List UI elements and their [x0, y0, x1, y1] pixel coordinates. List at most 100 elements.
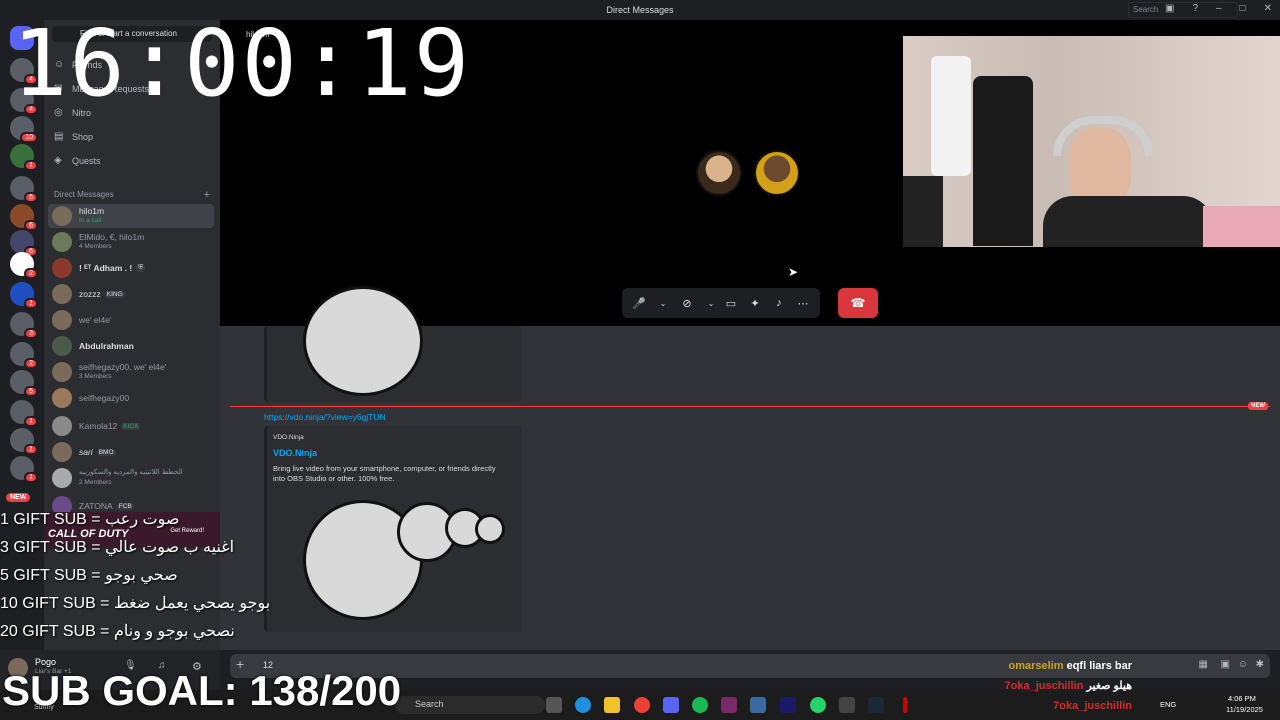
avatar [52, 362, 72, 382]
dm-item[interactable]: Abdulrahman [48, 334, 214, 358]
dm-avatar[interactable]: 1 [10, 428, 38, 455]
embed-title[interactable]: VDO.Ninja [273, 448, 317, 458]
dm-avatar[interactable]: 3 [10, 312, 38, 339]
app-icon[interactable] [750, 697, 766, 713]
dm-avatar[interactable]: 1 [10, 400, 38, 427]
nav-label: Quests [72, 156, 101, 166]
dm-avatar[interactable]: 1 [10, 282, 38, 309]
chevron-down-icon[interactable]: ⌄ [654, 299, 672, 308]
dm-avatar[interactable]: 1 [10, 144, 38, 171]
avatar [52, 336, 72, 356]
gift-sub-rules: 1 GIFT SUB = صوت رعب 3 GIFT SUB = اغنيه … [0, 506, 270, 646]
activities-icon[interactable]: ✦ [746, 297, 764, 310]
chat-line: 7oka_juschillin هيلو صغير [1005, 676, 1132, 696]
chat-user: 7oka_juschillin [1004, 680, 1084, 692]
dm-avatar[interactable]: 2 [10, 342, 38, 369]
mouse-cursor-icon: ➤ [788, 265, 799, 279]
call-participant-avatar[interactable] [754, 150, 800, 196]
taskbar-search[interactable]: Search [395, 696, 545, 714]
chat-line: omarselim eqfl liars bar [1005, 656, 1132, 676]
soundboard-icon[interactable]: ♪ [770, 297, 788, 309]
dm-item[interactable]: hilo1m In a call [48, 204, 214, 228]
avatar [52, 442, 72, 462]
screen-share-icon[interactable]: ▭ [722, 297, 740, 310]
app-icon[interactable] [903, 697, 907, 713]
edge-icon[interactable] [575, 697, 591, 713]
avatar [52, 416, 72, 436]
clan-tag: KING [104, 290, 125, 298]
dm-item[interactable]: sari BMO [48, 440, 214, 464]
avatar [52, 232, 72, 252]
chat-message: eqfl liars bar [1066, 660, 1132, 672]
minimize-button[interactable]: – [1216, 3, 1222, 14]
dm-name: seifhegazy00, we' el4e' [79, 362, 167, 372]
app-icon[interactable] [721, 697, 737, 713]
task-view-icon[interactable] [546, 697, 562, 713]
nav-shop[interactable]: ▤ Shop [54, 132, 93, 143]
avatar [52, 284, 72, 304]
taskbar-time: 4:06 PM [1228, 694, 1256, 703]
dm-item[interactable]: ! ᴱᵀ Adham . ! ⛨ [48, 256, 214, 280]
dm-avatar[interactable]: 6 [10, 230, 38, 257]
dm-header: Direct Messages + [54, 189, 210, 201]
dm-item[interactable]: الخطط اللاتينيه والمرديه والسكوريبه 2 Mem… [48, 466, 214, 490]
vdo-ninja-logo [303, 286, 423, 396]
shield-icon: ⛨ [136, 264, 146, 272]
spotify-icon[interactable] [692, 697, 708, 713]
apps-icon[interactable]: ✱ [1256, 659, 1264, 670]
camera-off-icon[interactable]: ⊘ [678, 297, 696, 310]
steam-icon[interactable] [868, 697, 884, 713]
sticker-icon[interactable]: ▣ [1221, 659, 1230, 670]
gift-rule: 10 GIFT SUB = بوجو يصحي يعمل ضغط [0, 595, 271, 612]
emoji-icon[interactable]: ☺ [1238, 659, 1248, 670]
dm-item[interactable]: seifhegazy00, we' el4e' 3 Members [48, 360, 214, 384]
dm-avatar[interactable]: 6 [10, 204, 38, 231]
nav-quests[interactable]: ◈ Quests [54, 156, 101, 167]
mic-icon[interactable]: 🎤 [630, 297, 648, 310]
gift-icon[interactable]: ▦ [1199, 659, 1208, 670]
dm-item[interactable]: seifhegazy00 [48, 386, 214, 410]
clan-tag: KICK [121, 422, 141, 430]
link-embed[interactable]: VDO.Ninja VDO.Ninja Bring live video fro… [264, 426, 522, 632]
chat-line: 7oka_juschillin [1005, 696, 1132, 716]
dm-item[interactable]: ElMido, €, hilo1m 4 Members [48, 230, 214, 254]
gift-rule: 1 GIFT SUB = صوت رعب [0, 511, 180, 528]
webcam-scenery [931, 56, 971, 176]
headphones-icon [1053, 116, 1153, 156]
call-participant-avatar[interactable] [696, 150, 742, 196]
language-indicator[interactable]: ENG [1160, 700, 1176, 709]
create-dm-icon[interactable]: + [204, 189, 210, 201]
dm-name: we' el4e' [79, 315, 112, 325]
dm-item[interactable]: zozzz KING [48, 282, 214, 306]
dm-avatar[interactable]: 5 [10, 370, 38, 397]
taskbar-date: 11/19/2025 [1226, 705, 1263, 714]
message-link[interactable]: https://vdo.ninja/?view=y6gjTUN [264, 412, 386, 422]
mic-camera-controls: 🎤 ⌄ ⊘ ⌄ [622, 288, 728, 318]
chat-message: هيلو صغير [1086, 680, 1132, 692]
dm-avatar[interactable]: 2 [10, 252, 38, 279]
window-title: Direct Messages [606, 5, 674, 15]
more-icon[interactable]: ⋯ [794, 297, 812, 310]
whatsapp-icon[interactable] [810, 697, 826, 713]
chrome-icon[interactable] [634, 697, 650, 713]
dm-status: In a call [79, 217, 102, 224]
hangup-button[interactable]: ☎ [838, 288, 878, 318]
streamer-body [1043, 196, 1213, 247]
dm-name: الخطط اللاتينيه والمرديه والسكوريبه [79, 469, 183, 476]
discord-icon[interactable] [663, 697, 679, 713]
maximize-button[interactable]: □ [1240, 3, 1246, 14]
webcam-overlay [903, 36, 1280, 247]
window-controls: ▣ ? – □ ✕ [1165, 3, 1272, 14]
close-button[interactable]: ✕ [1264, 3, 1272, 14]
app-icon[interactable] [839, 697, 855, 713]
dm-avatar[interactable]: 1 [10, 456, 38, 483]
file-explorer-icon[interactable] [604, 697, 620, 713]
webcam-scenery [973, 76, 1033, 246]
premiere-icon[interactable] [780, 697, 796, 713]
dm-avatar[interactable]: 10 [10, 116, 38, 143]
dm-avatar[interactable]: 5 [10, 176, 38, 203]
help-icon[interactable]: ? [1192, 3, 1198, 14]
inbox-icon[interactable]: ▣ [1165, 3, 1174, 14]
dm-item[interactable]: we' el4e' [48, 308, 214, 332]
dm-item[interactable]: Kamola12 KICK [48, 414, 214, 438]
